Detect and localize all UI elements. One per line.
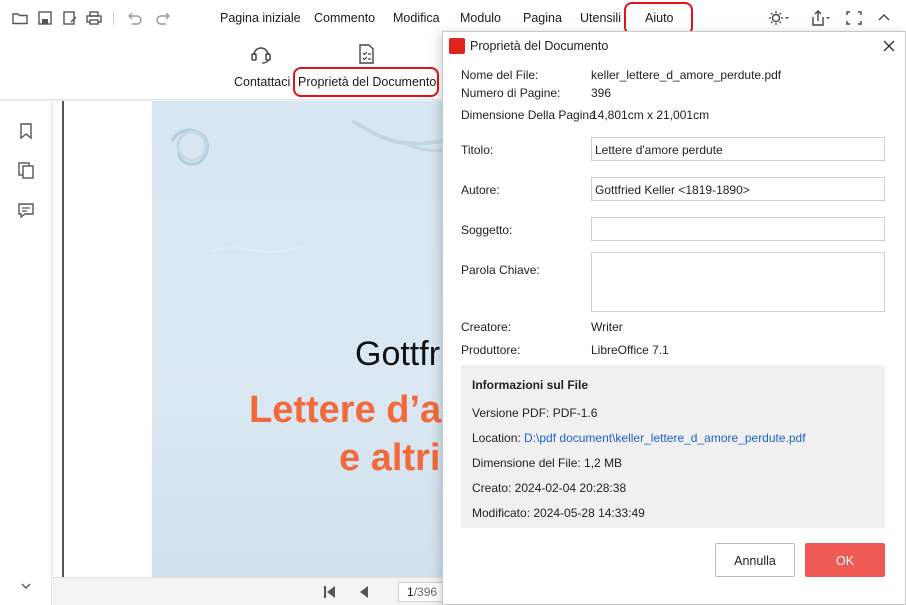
author-field[interactable]: Gottfried Keller <1819-1890> xyxy=(591,177,885,201)
file-name-label: Nome del File: xyxy=(461,68,539,82)
creator-label: Creatore: xyxy=(461,320,512,334)
doc-props-highlight-ring xyxy=(293,67,439,97)
keywords-field[interactable] xyxy=(591,252,885,312)
document-properties-dialog: Proprietà del Documento Nome del File: k… xyxy=(442,31,906,605)
file-info-panel: Informazioni sul File Versione PDF: PDF-… xyxy=(461,365,885,528)
save-as-icon[interactable] xyxy=(60,8,80,28)
pdf-editor-window: Pagina iniziale Commento Modifica Modulo… xyxy=(0,0,906,605)
menu-home[interactable]: Pagina iniziale xyxy=(220,11,301,25)
comments-icon[interactable] xyxy=(16,200,36,220)
page-title-line2: e altri xyxy=(339,437,441,479)
dialog-titlebar: Proprietà del Documento xyxy=(443,32,905,60)
modified-date: Modificato: 2024-05-28 14:33:49 xyxy=(472,506,645,520)
document-properties-icon xyxy=(359,44,374,64)
share-icon[interactable] xyxy=(809,8,831,28)
subject-label: Soggetto: xyxy=(461,223,513,237)
page-count-value: 396 xyxy=(591,86,612,100)
page-number-input[interactable]: 1/396 xyxy=(398,582,448,602)
bookmark-icon[interactable] xyxy=(16,121,36,141)
title-label: Titolo: xyxy=(461,143,494,157)
menu-page[interactable]: Pagina xyxy=(523,11,562,25)
created-date: Creato: 2024-02-04 20:28:38 xyxy=(472,481,627,495)
keywords-label: Parola Chiave: xyxy=(461,263,540,277)
file-info-heading: Informazioni sul File xyxy=(472,378,589,392)
total-pages-value: /396 xyxy=(413,585,438,599)
page-count-label: Numero di Pagine: xyxy=(461,86,561,100)
dialog-title: Proprietà del Documento xyxy=(470,39,609,53)
location-label: Location: xyxy=(472,431,521,445)
page-author-text: Gottfri xyxy=(355,335,448,373)
previous-page-icon[interactable] xyxy=(356,584,372,600)
fullscreen-icon[interactable] xyxy=(843,8,865,28)
app-logo-icon xyxy=(449,38,465,54)
page-size-value: 14,801cm x 21,001cm xyxy=(591,108,710,122)
producer-value: LibreOffice 7.1 xyxy=(591,343,669,357)
contact-us-button[interactable]: Contattaci xyxy=(234,42,290,89)
location-link[interactable]: D:\pdf document\keller_lettere_d_amore_p… xyxy=(524,431,806,445)
file-size: Dimensione del File: 1,2 MB xyxy=(472,456,623,470)
page-title-line1: Lettere d’a xyxy=(249,389,442,431)
author-label: Autore: xyxy=(461,183,500,197)
creator-value: Writer xyxy=(591,320,623,334)
pdf-version: Versione PDF: PDF-1.6 xyxy=(472,406,598,420)
headset-icon xyxy=(251,47,271,64)
ok-button[interactable]: OK xyxy=(805,543,885,577)
save-icon[interactable] xyxy=(35,8,55,28)
file-name-value: keller_lettere_d_amore_perdute.pdf xyxy=(591,68,782,82)
subject-field[interactable] xyxy=(591,217,885,241)
menu-comment[interactable]: Commento xyxy=(314,11,375,25)
open-folder-icon[interactable] xyxy=(10,8,30,28)
document-properties-button[interactable]: Proprietà del Documento xyxy=(298,42,436,89)
menu-form[interactable]: Modulo xyxy=(460,11,501,25)
left-sidebar xyxy=(0,101,52,605)
cancel-button[interactable]: Annulla xyxy=(715,543,795,577)
collapse-ribbon-icon[interactable] xyxy=(873,8,895,28)
theme-sun-icon[interactable] xyxy=(767,8,789,28)
menu-tools[interactable]: Utensili xyxy=(580,11,621,25)
producer-label: Produttore: xyxy=(461,343,521,357)
undo-icon[interactable] xyxy=(124,8,144,28)
page-size-label: Dimensione Della Pagina xyxy=(461,108,596,122)
close-icon[interactable] xyxy=(881,38,897,54)
menu-edit[interactable]: Modifica xyxy=(393,11,440,25)
first-page-icon[interactable] xyxy=(321,584,337,600)
location-row: Location: D:\pdf document\keller_lettere… xyxy=(472,431,806,445)
print-icon[interactable] xyxy=(84,8,104,28)
thumbnails-icon[interactable] xyxy=(16,160,36,180)
contact-us-label: Contattaci xyxy=(234,75,291,89)
current-page-value: 1 xyxy=(407,585,414,599)
sidebar-expand-icon[interactable] xyxy=(18,578,34,594)
toolbar-divider xyxy=(113,11,114,25)
redo-icon[interactable] xyxy=(154,8,174,28)
title-field[interactable]: Lettere d'amore perdute xyxy=(591,137,885,161)
